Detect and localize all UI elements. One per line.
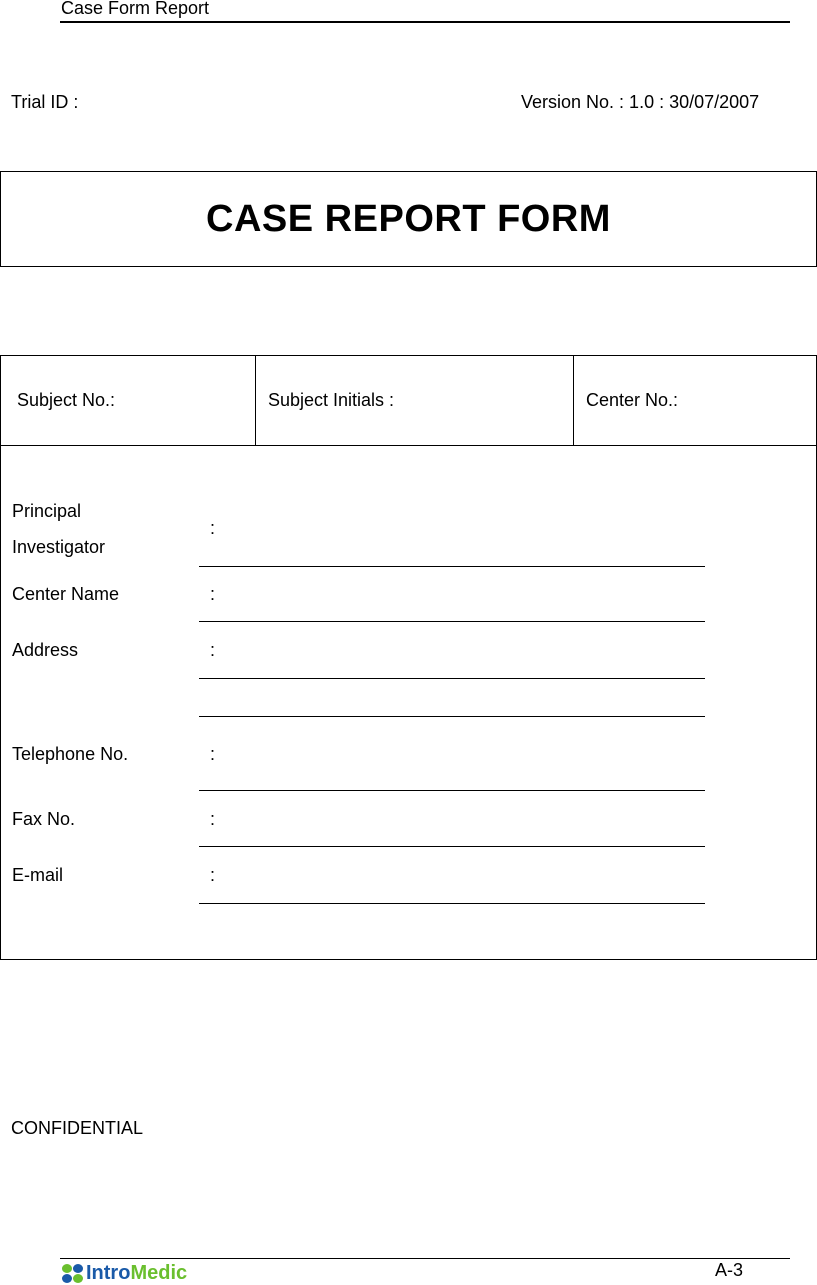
field-colon: : (210, 584, 216, 604)
center-name-input-line[interactable] (199, 621, 705, 622)
label-line-2: Investigator (12, 537, 106, 557)
email-label: E-mail (12, 865, 64, 885)
page-number: A-3 (715, 1260, 744, 1280)
fax-input-line[interactable] (199, 846, 705, 847)
center-name-label: Center Name (12, 584, 120, 604)
header-title: Case Form Report (61, 0, 210, 18)
confidential-label: CONFIDENTIAL (11, 1118, 144, 1138)
principal-investigator-label: Principal Investigator (12, 493, 105, 565)
header-divider (60, 21, 790, 23)
subject-no-field[interactable]: Subject No.: (1, 356, 256, 445)
intromedic-logo: Intro Medic (62, 1262, 187, 1285)
subject-row: Subject No.: Subject Initials : Center N… (1, 356, 816, 446)
field-colon: : (210, 865, 216, 885)
subject-initials-field[interactable]: Subject Initials : (256, 356, 574, 445)
logo-text-intro: Intro (86, 1262, 131, 1284)
telephone-label: Telephone No. (12, 744, 129, 764)
label-line-1: Principal (12, 501, 82, 521)
field-colon: : (210, 809, 216, 829)
telephone-input-line[interactable] (199, 790, 705, 791)
subject-initials-label: Subject Initials : (268, 390, 395, 410)
field-colon: : (210, 744, 216, 764)
footer-divider (60, 1258, 790, 1259)
clover-logo-icon (62, 1263, 84, 1284)
version-label: Version No. : 1.0 : 30/07/2007 (521, 92, 760, 112)
investigator-info-table: Subject No.: Subject Initials : Center N… (0, 355, 817, 960)
center-no-field[interactable]: Center No.: (574, 356, 816, 445)
fax-label: Fax No. (12, 809, 76, 829)
subject-no-label: Subject No.: (17, 390, 116, 410)
email-input-line[interactable] (199, 903, 705, 904)
center-no-label: Center No.: (586, 390, 679, 410)
form-title-box: CASE REPORT FORM (0, 171, 817, 267)
address-input-line-1[interactable] (199, 678, 705, 679)
trial-id-label: Trial ID : (11, 92, 79, 112)
address-input-line-2[interactable] (199, 716, 705, 717)
principal-investigator-input-line[interactable] (199, 566, 705, 567)
form-title: CASE REPORT FORM (206, 197, 611, 240)
field-colon: : (210, 518, 216, 538)
address-label: Address (12, 640, 79, 660)
field-colon: : (210, 640, 216, 660)
logo-text-medic: Medic (130, 1262, 188, 1284)
